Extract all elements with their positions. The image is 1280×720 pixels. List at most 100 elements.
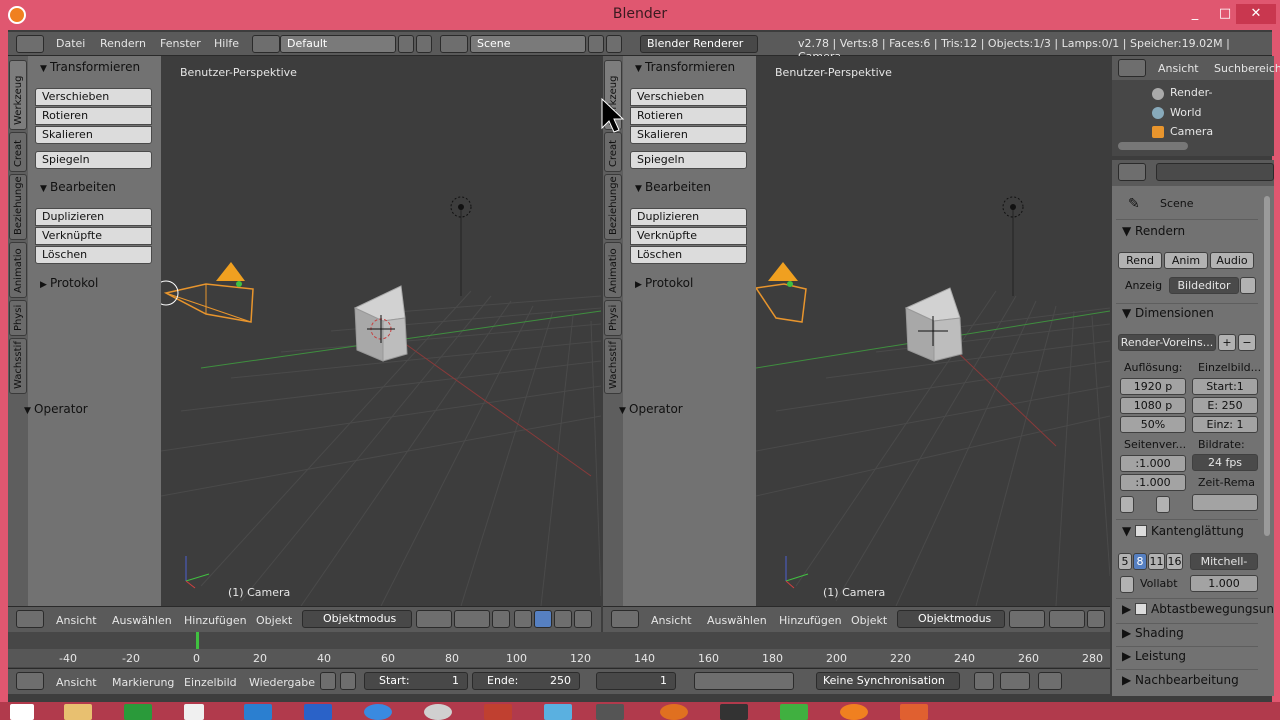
ie-icon[interactable] [364,704,392,720]
editor-type-timeline-icon[interactable] [16,672,44,690]
document-icon[interactable] [184,704,204,720]
crop-checkbox[interactable] [1156,496,1170,513]
render-preset-select[interactable]: Render-Voreins... [1118,334,1216,351]
performance-panel-header[interactable]: ▶ Leistung [1122,649,1186,663]
menu-add-left[interactable]: Hinzufügen [184,614,247,627]
border-checkbox[interactable] [1120,496,1134,513]
menu-select-right[interactable]: Auswählen [707,614,767,627]
scale-manipulator-icon-left[interactable] [554,610,572,628]
display-select[interactable]: Bildeditor [1169,277,1239,294]
timeline-ruler[interactable] [8,649,1110,667]
render-panel-header[interactable]: ▼ Rendern [1122,224,1185,238]
pivot-icon-left[interactable] [454,610,490,628]
tab-create-left[interactable]: Creat [9,132,27,172]
manipulator-icon-left[interactable] [492,610,510,628]
keying-icon[interactable] [1000,672,1030,690]
firefox-icon[interactable] [660,704,688,720]
tab-animation-right[interactable]: Animatio [604,242,622,298]
app-icon[interactable] [780,704,808,720]
aa-sample-11[interactable]: 11 [1148,553,1165,570]
tab-relations-left[interactable]: Beziehunge [9,174,27,240]
aa-filter-select[interactable]: Mitchell- [1190,553,1258,570]
menu-help[interactable]: Hilfe [214,37,239,50]
menu-add-right[interactable]: Hinzufügen [779,614,842,627]
translate-button[interactable]: Verschieben [35,88,152,106]
tab-animation-left[interactable]: Animatio [9,242,27,298]
time-remap-fields[interactable] [1192,494,1258,511]
render-button[interactable]: Rend [1118,252,1162,269]
delete-button[interactable]: Löschen [35,246,152,264]
current-frame-field[interactable]: 1 [596,672,676,690]
menu-frame[interactable]: Einzelbild [184,676,237,689]
explorer-icon[interactable] [64,704,92,720]
app-icon[interactable] [424,704,452,720]
remove-preset-button[interactable]: − [1238,334,1256,351]
editor-type-3dview-icon[interactable] [16,610,44,628]
minimize-button[interactable]: _ [1180,4,1210,24]
pivot-icon-right[interactable] [1049,610,1085,628]
remove-scene-icon[interactable] [606,35,622,53]
menu-view-left[interactable]: Ansicht [56,614,97,627]
properties-context-tabs[interactable] [1156,163,1274,181]
viewport-right[interactable]: Benutzer-Perspektive (1) Camera [756,56,1110,606]
tab-grease-pencil-left[interactable]: Wachsstif [9,338,27,394]
frame-start-field[interactable]: Start:1 [1192,378,1258,395]
menu-object-left[interactable]: Objekt [256,614,292,627]
duplicate-button[interactable]: Duplizieren [35,208,152,226]
translate-button[interactable]: Verschieben [630,88,747,106]
operator-panel-header[interactable]: ▼ Operator [619,402,683,416]
outliner[interactable]: Render- World Camera [1112,80,1274,156]
keyframe-icon[interactable] [1038,672,1062,690]
aspect-x-field[interactable]: :1.000 [1120,455,1186,472]
mode-select-left[interactable]: Objektmodus [302,610,412,628]
layout-field[interactable]: Default [280,35,396,53]
aa-sample-16[interactable]: 16 [1166,553,1183,570]
app-icon[interactable] [720,704,748,720]
duplicate-linked-button[interactable]: Verknüpfte duplizieren [630,227,747,258]
start-frame-field[interactable]: Start: 1 [364,672,468,690]
rotate-button[interactable]: Rotieren [630,107,747,125]
dimensions-panel-header[interactable]: ▼ Dimensionen [1122,306,1214,320]
record-icon[interactable] [974,672,994,690]
menu-view-outliner[interactable]: Ansicht [1158,62,1199,75]
close-button[interactable]: ✕ [1236,4,1276,24]
animation-button[interactable]: Anim [1164,252,1208,269]
app-icon[interactable] [900,704,928,720]
start-icon[interactable] [10,704,34,720]
frame-end-field[interactable]: E: 250 [1192,397,1258,414]
outliner-scrollbar[interactable] [1118,142,1188,150]
store-icon[interactable] [124,704,152,720]
tab-tools-left[interactable]: Werkzeug [9,60,27,130]
tab-grease-pencil-right[interactable]: Wachsstif [604,338,622,394]
shading-icon-left[interactable] [416,610,452,628]
outliner-item[interactable]: Camera [1170,125,1213,138]
editor-type-3dview-icon[interactable] [611,610,639,628]
sync-select[interactable]: Keine Synchronisation [816,672,960,690]
menu-playback[interactable]: Wiedergabe [249,676,315,689]
manipulator-icon-right[interactable] [1087,610,1105,628]
menu-render[interactable]: Rendern [100,37,146,50]
end-frame-field[interactable]: Ende: 250 [472,672,580,690]
postprocessing-panel-header[interactable]: ▶ Nachbearbeitung [1122,673,1239,687]
app-icon[interactable] [484,704,512,720]
blender-taskbar-icon[interactable] [840,704,868,720]
edit-panel-header[interactable]: ▼ Bearbeiten [40,180,116,194]
editor-type-info-icon[interactable] [16,35,44,53]
delete-button[interactable]: Löschen [630,246,747,264]
scale-button[interactable]: Skalieren [630,126,747,144]
preview-range-icon[interactable] [320,672,336,690]
tab-create-right[interactable]: Creat [604,132,622,172]
shading-panel-header[interactable]: ▶ Shading [1122,626,1184,640]
app-icon[interactable] [304,704,332,720]
menu-marker[interactable]: Markierung [112,676,174,689]
editor-type-outliner-icon[interactable] [1118,59,1146,77]
mode-select-right[interactable]: Objektmodus [897,610,1005,628]
scale-button[interactable]: Skalieren [35,126,152,144]
menu-file[interactable]: Datei [56,37,85,50]
mirror-button[interactable]: Spiegeln [630,151,747,169]
outliner-item[interactable]: World [1170,106,1202,119]
resolution-y-field[interactable]: 1080 p [1120,397,1186,414]
app-icon[interactable] [244,704,272,720]
translate-manipulator-icon-left[interactable] [514,610,532,628]
add-preset-button[interactable]: + [1218,334,1236,351]
